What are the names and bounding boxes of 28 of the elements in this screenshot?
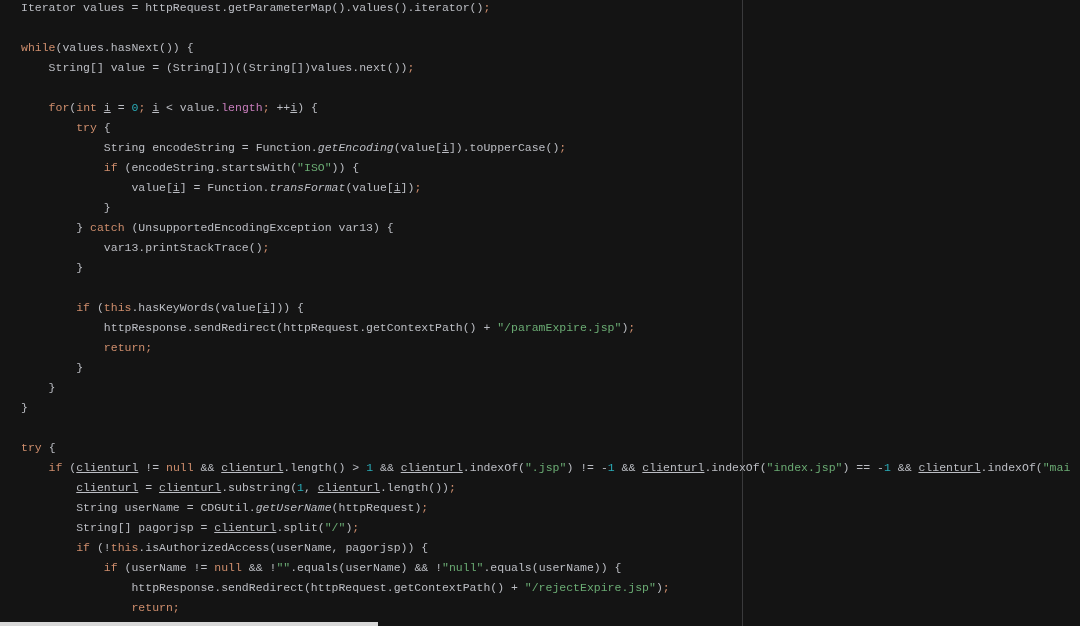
code-line: Iterator values = httpRequest.getParameterMap().values().iterator(); <box>21 0 491 16</box>
code-line: if (userName != null && !"".equals(userName) && !"null".equals(userName)) { <box>102 560 622 576</box>
code-line: } <box>75 260 84 276</box>
code-line: String[] value = (String[])((String[])values.next()); <box>47 60 415 76</box>
code-line: String encodeString = Function.getEncoding(value[i]).toUpperCase(); <box>102 140 567 156</box>
code-line: for(int i = 0; i < value.length; ++i) { <box>47 100 318 116</box>
code-line: value[i] = Function.transFormat(value[i]); <box>130 180 422 196</box>
code-line: return; <box>130 600 180 616</box>
code-line: httpResponse.sendRedirect(httpRequest.getContextPath() + "/rejectExpire.jsp"); <box>130 580 670 596</box>
code-line: if (this.hasKeyWords(value[i])) { <box>75 300 304 316</box>
code-line: } <box>21 400 28 416</box>
code-line: if (encodeString.startsWith("ISO")) { <box>102 160 360 176</box>
code-line: } catch (UnsupportedEncodingException var13) { <box>75 220 394 236</box>
code-line: } <box>47 380 56 396</box>
code-line: clienturl = clienturl.substring(1, clienturl.length()); <box>75 480 456 496</box>
code-line: try { <box>21 440 56 456</box>
code-line: var13.printStackTrace(); <box>102 240 270 256</box>
code-line: if (!this.isAuthorizedAccess(userName, pagorjsp)) { <box>75 540 429 556</box>
scrollbar[interactable] <box>0 622 378 626</box>
code-line: String userName = CDGUtil.getUserName(httpRequest); <box>75 500 429 516</box>
code-line: } <box>102 200 111 216</box>
code-line: try { <box>75 120 111 136</box>
code-line: String[] pagorjsp = clienturl.split("/"); <box>75 520 360 536</box>
code-line: httpResponse.sendRedirect(httpRequest.getContextPath() + "/paramExpire.jsp"); <box>102 320 636 336</box>
code-line: while(values.hasNext()) { <box>21 40 194 56</box>
code-line: if (clienturl != null && clienturl.length() > 1 && clienturl.indexOf(".jsp") != -1 && clienturl.indexOf("index.jsp") == -1 && clienturl.indexOf("mai <box>47 460 1071 476</box>
code-line: return; <box>102 340 153 356</box>
code-line: } <box>75 360 84 376</box>
